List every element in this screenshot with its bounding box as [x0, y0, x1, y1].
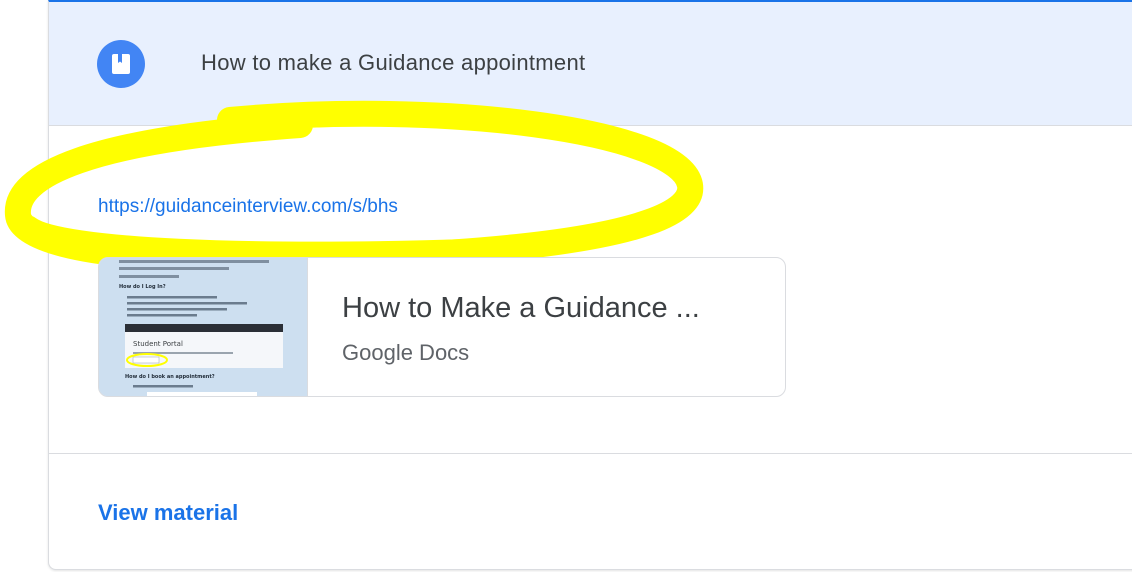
view-material-button[interactable]: View material	[98, 500, 238, 526]
thumb-portal-label: Student Portal	[133, 340, 183, 348]
material-link[interactable]: https://guidanceinterview.com/s/bhs	[98, 196, 398, 218]
thumb-heading-login: How do I Log In?	[119, 284, 166, 290]
document-thumbnail: How do I Log In? Student Portal How do I…	[99, 258, 308, 396]
attachment-card[interactable]: How do I Log In? Student Portal How do I…	[98, 257, 786, 397]
book-icon	[97, 40, 145, 88]
material-header[interactable]: How to make a Guidance appointment	[49, 2, 1132, 126]
attachment-source: Google Docs	[342, 340, 470, 365]
thumb-heading-book: How do I book an appointment?	[125, 374, 215, 380]
attachment-title: How to Make a Guidance ...	[342, 292, 700, 324]
classroom-stream: How to make a Guidance appointment https…	[0, 0, 1132, 572]
card-divider	[48, 453, 1132, 454]
material-title: How to make a Guidance appointment	[201, 50, 586, 75]
